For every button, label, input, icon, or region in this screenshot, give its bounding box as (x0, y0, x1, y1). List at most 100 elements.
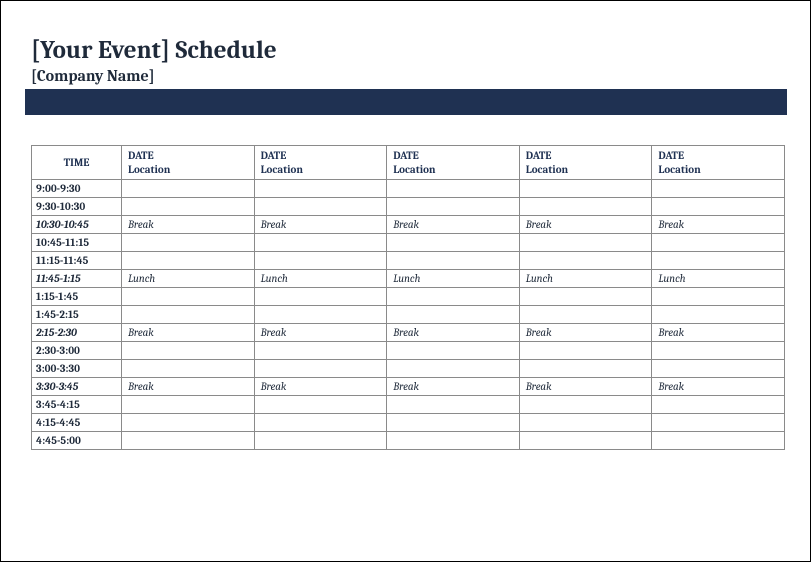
schedule-cell: Break (122, 323, 255, 341)
schedule-cell (387, 431, 520, 449)
time-cell: 2:15-2:30 (32, 323, 122, 341)
schedule-cell: Lunch (519, 269, 652, 287)
table-row: 4:45-5:00 (32, 431, 785, 449)
schedule-cell (122, 359, 255, 377)
column-header: DATE Location (254, 146, 387, 180)
schedule-cell: Lunch (387, 269, 520, 287)
schedule-cell (652, 305, 785, 323)
schedule-cell (652, 197, 785, 215)
schedule-cell (652, 251, 785, 269)
document-page: [Your Event] Schedule [Company Name] TIM… (0, 0, 811, 562)
table-row: 3:30-3:45BreakBreakBreakBreakBreak (32, 377, 785, 395)
schedule-cell: Break (387, 215, 520, 233)
schedule-cell (519, 413, 652, 431)
schedule-cell (519, 233, 652, 251)
schedule-cell (519, 197, 652, 215)
table-row: 2:15-2:30BreakBreakBreakBreakBreak (32, 323, 785, 341)
time-cell: 1:45-2:15 (32, 305, 122, 323)
schedule-cell: Break (387, 323, 520, 341)
schedule-cell (652, 395, 785, 413)
table-row: 9:00-9:30 (32, 179, 785, 197)
schedule-cell (254, 233, 387, 251)
table-row: 11:15-11:45 (32, 251, 785, 269)
time-cell: 10:30-10:45 (32, 215, 122, 233)
table-row: 10:45-11:15 (32, 233, 785, 251)
schedule-cell (254, 179, 387, 197)
table-row: 11:45-1:15LunchLunchLunchLunchLunch (32, 269, 785, 287)
time-cell: 3:00-3:30 (32, 359, 122, 377)
table-row: 9:30-10:30 (32, 197, 785, 215)
column-header: DATE Location (387, 146, 520, 180)
schedule-cell (122, 413, 255, 431)
schedule-cell (519, 251, 652, 269)
table-row: 3:45-4:15 (32, 395, 785, 413)
schedule-cell (254, 305, 387, 323)
schedule-cell: Break (254, 377, 387, 395)
date-label: DATE (128, 149, 248, 163)
schedule-cell (254, 341, 387, 359)
time-cell: 3:45-4:15 (32, 395, 122, 413)
schedule-cell (387, 395, 520, 413)
schedule-cell (387, 197, 520, 215)
schedule-cell (387, 359, 520, 377)
schedule-cell: Break (652, 377, 785, 395)
schedule-cell (387, 233, 520, 251)
schedule-cell (652, 233, 785, 251)
schedule-cell (652, 287, 785, 305)
table-row: 1:45-2:15 (32, 305, 785, 323)
schedule-body: 9:00-9:309:30-10:3010:30-10:45BreakBreak… (32, 179, 785, 449)
time-cell: 3:30-3:45 (32, 377, 122, 395)
table-row: 4:15-4:45 (32, 413, 785, 431)
table-row: 2:30-3:00 (32, 341, 785, 359)
page-subtitle: [Company Name] (31, 67, 785, 85)
schedule-cell (122, 251, 255, 269)
time-cell: 10:45-11:15 (32, 233, 122, 251)
time-cell: 9:30-10:30 (32, 197, 122, 215)
schedule-cell (122, 287, 255, 305)
time-cell: 1:15-1:45 (32, 287, 122, 305)
table-row: 3:00-3:30 (32, 359, 785, 377)
column-header: DATE Location (519, 146, 652, 180)
schedule-cell (254, 287, 387, 305)
schedule-cell (519, 431, 652, 449)
location-label: Location (261, 163, 381, 177)
date-label: DATE (526, 149, 646, 163)
schedule-cell (652, 413, 785, 431)
time-cell: 2:30-3:00 (32, 341, 122, 359)
schedule-cell: Lunch (652, 269, 785, 287)
schedule-cell (519, 395, 652, 413)
schedule-cell (519, 287, 652, 305)
schedule-cell (519, 341, 652, 359)
location-label: Location (393, 163, 513, 177)
schedule-cell (387, 413, 520, 431)
date-label: DATE (393, 149, 513, 163)
schedule-cell (122, 305, 255, 323)
schedule-cell: Break (519, 377, 652, 395)
schedule-cell (122, 341, 255, 359)
table-row: 1:15-1:45 (32, 287, 785, 305)
location-label: Location (658, 163, 778, 177)
date-label: DATE (658, 149, 778, 163)
date-label: DATE (261, 149, 381, 163)
schedule-cell (387, 341, 520, 359)
schedule-cell: Break (387, 377, 520, 395)
schedule-cell (652, 359, 785, 377)
schedule-cell (387, 179, 520, 197)
schedule-cell: Break (652, 215, 785, 233)
schedule-cell: Break (254, 215, 387, 233)
schedule-cell: Break (122, 377, 255, 395)
location-label: Location (526, 163, 646, 177)
schedule-cell (387, 305, 520, 323)
schedule-cell (519, 305, 652, 323)
header-banner (25, 89, 787, 115)
time-cell: 9:00-9:30 (32, 179, 122, 197)
time-cell: 11:15-11:45 (32, 251, 122, 269)
schedule-cell (254, 395, 387, 413)
schedule-cell (122, 431, 255, 449)
column-header: DATE Location (122, 146, 255, 180)
schedule-cell (387, 287, 520, 305)
time-cell: 11:45-1:15 (32, 269, 122, 287)
schedule-cell (652, 431, 785, 449)
schedule-table: TIME DATE Location DATE Location DATE Lo… (31, 145, 785, 450)
time-header: TIME (32, 146, 122, 180)
